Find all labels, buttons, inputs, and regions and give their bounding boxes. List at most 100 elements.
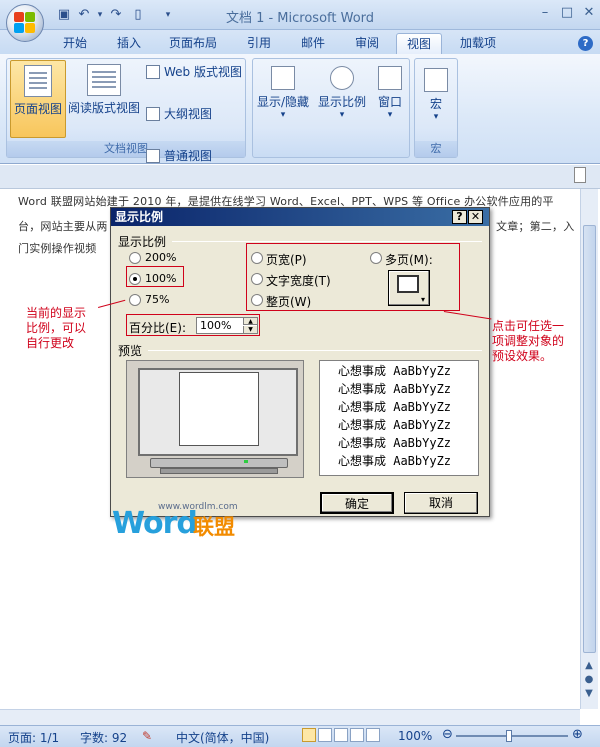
show-hide-label: 显示/隐藏 (256, 95, 310, 109)
window-button[interactable]: 窗口 ▾ (372, 60, 408, 138)
preview-text-line: 心想事成 AaBbYyZz (338, 436, 452, 450)
preview-separator (148, 350, 482, 351)
macros-dropdown-icon: ▾ (433, 112, 439, 122)
tab-mailings[interactable]: 邮件 (290, 33, 336, 54)
document-text-line-3: 门实例操作视频 (18, 242, 97, 255)
window-label: 窗口 (377, 95, 402, 109)
help-icon[interactable]: ? (578, 36, 593, 51)
zoom-slider-knob[interactable] (506, 730, 512, 742)
tab-add-ins[interactable]: 加载项 (450, 33, 506, 54)
page-layout-view-icon[interactable] (302, 728, 316, 742)
preview-text-line: 心想事成 AaBbYyZz (338, 418, 452, 432)
draft-view-label: 普通视图 (164, 149, 213, 163)
outline-view-button[interactable]: 大纲视图 (144, 104, 244, 124)
annotation-right: 点击可任选一 项调整对象的 预设效果。 (492, 319, 565, 363)
zoom-group-separator (172, 241, 482, 242)
full-screen-reading-icon[interactable] (318, 728, 332, 742)
page-view-label: 页面视图 (13, 102, 62, 116)
document-top-margin (0, 165, 600, 189)
show-hide-dropdown-icon: ▾ (280, 110, 286, 120)
highlight-percent-field (126, 314, 260, 336)
page-view-button[interactable]: 页面视图 (10, 60, 66, 138)
reading-view-icon (87, 64, 121, 96)
dialog-help-button[interactable]: ? (452, 210, 467, 224)
web-view-label: Web 版式视图 (164, 65, 242, 79)
radio-75[interactable] (129, 294, 141, 306)
draft-view-button[interactable]: 普通视图 (144, 146, 244, 166)
page-count[interactable]: 页面: 1/1 (8, 729, 59, 746)
document-text-line-2-left: 台，网站主要从两 (18, 220, 108, 233)
macros-button[interactable]: 宏 ▾ (416, 60, 456, 138)
preview-label: 预览 (118, 344, 143, 358)
reading-view-label: 阅读版式视图 (67, 101, 140, 115)
tab-page-layout[interactable]: 页面布局 (162, 33, 224, 54)
macros-icon (424, 68, 448, 92)
ruler-toggle-icon[interactable] (574, 167, 586, 183)
outline-view-label: 大纲视图 (164, 107, 213, 121)
macros-label: 宏 (429, 97, 442, 111)
draft-icon[interactable] (366, 728, 380, 742)
horizontal-scrollbar[interactable] (0, 709, 580, 725)
preview-text-line: 心想事成 AaBbYyZz (338, 400, 452, 414)
minimize-button[interactable]: – (534, 4, 556, 22)
tab-review[interactable]: 审阅 (344, 33, 390, 54)
tab-home[interactable]: 开始 (52, 33, 98, 54)
outline-view-icon (146, 107, 160, 121)
outline-icon[interactable] (350, 728, 364, 742)
zoom-in-icon[interactable]: ⊕ (572, 727, 583, 742)
previous-page-icon[interactable]: ▲ (583, 660, 595, 672)
preview-text-line: 心想事成 AaBbYyZz (338, 382, 452, 396)
preview-monitor-base (150, 458, 288, 468)
radio-200-label: 200% (145, 251, 177, 264)
monitor-power-led (244, 460, 248, 463)
scrollbar-thumb[interactable] (583, 225, 596, 653)
zoom-magnifier-icon (330, 66, 354, 90)
preview-text-line: 心想事成 AaBbYyZz (338, 454, 452, 468)
close-button[interactable]: ✕ (578, 4, 600, 22)
tab-insert[interactable]: 插入 (106, 33, 152, 54)
zoom-dropdown-icon: ▾ (339, 110, 345, 120)
highlight-fit-options (246, 243, 460, 311)
web-layout-icon[interactable] (334, 728, 348, 742)
zoom-button[interactable]: 显示比例 ▾ (314, 60, 370, 138)
page-view-icon (24, 65, 52, 97)
ok-button[interactable]: 确定 (320, 492, 394, 514)
next-page-icon[interactable]: ▼ (583, 688, 595, 700)
zoom-slider[interactable] (456, 735, 568, 737)
dialog-close-button[interactable]: ✕ (468, 210, 483, 224)
reading-view-button[interactable]: 阅读版式视图 (66, 60, 142, 138)
cancel-button[interactable]: 取消 (404, 492, 478, 514)
document-text-line-2-right: 文章；第二，入 (496, 220, 575, 233)
zoom-group-label: 显示比例 (118, 235, 167, 249)
zoom-level[interactable]: 100% (398, 729, 432, 743)
dialog-title: 显示比例 (111, 208, 489, 226)
office-logo-icon (14, 12, 36, 34)
zoom-label: 显示比例 (317, 95, 366, 109)
window-icon (378, 66, 402, 90)
watermark-logo-cn: 联盟 (193, 515, 235, 539)
window-dropdown-icon: ▾ (387, 110, 393, 120)
web-view-button[interactable]: Web 版式视图 (144, 62, 244, 82)
preview-monitor-foot (160, 468, 278, 474)
language[interactable]: 中文(简体，中国) (176, 729, 269, 746)
vertical-scrollbar[interactable] (580, 189, 598, 709)
proofing-icon[interactable]: ✎ (142, 729, 152, 743)
preview-text-line: 心想事成 AaBbYyZz (338, 364, 452, 378)
highlight-100-option (126, 266, 184, 287)
browse-object-icon[interactable]: ● (583, 674, 595, 686)
annotation-left: 当前的显示 比例，可以 自行更改 (26, 306, 87, 350)
preview-page (179, 372, 259, 446)
office-button[interactable] (6, 4, 44, 42)
show-hide-button[interactable]: 显示/隐藏 ▾ (254, 60, 312, 138)
web-view-icon (146, 65, 160, 79)
group-label-macros: 宏 (415, 141, 457, 157)
radio-75-label: 75% (145, 293, 170, 306)
radio-200[interactable] (129, 252, 141, 264)
tab-view[interactable]: 视图 (396, 33, 442, 54)
maximize-button[interactable]: □ (556, 4, 578, 22)
tab-references[interactable]: 引用 (236, 33, 282, 54)
watermark-logo: Word (112, 506, 198, 541)
draft-view-icon (146, 149, 160, 163)
word-count[interactable]: 字数: 92 (80, 729, 127, 746)
zoom-out-icon[interactable]: ⊖ (442, 727, 453, 742)
